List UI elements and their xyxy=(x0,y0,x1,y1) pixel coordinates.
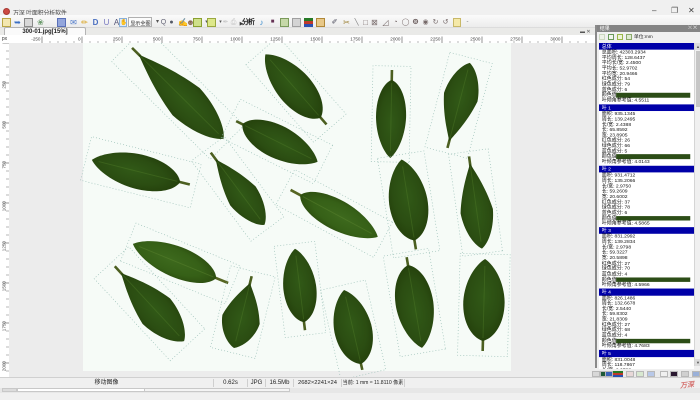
svg-text:3000: 3000 xyxy=(550,37,561,42)
svg-text:1750: 1750 xyxy=(2,321,7,332)
svg-text:1500: 1500 xyxy=(310,37,321,42)
svg-text:2000: 2000 xyxy=(390,37,401,42)
svg-text:750: 750 xyxy=(2,161,7,169)
svg-text:250: 250 xyxy=(2,81,7,89)
svg-text:750: 750 xyxy=(193,37,201,42)
svg-text:500: 500 xyxy=(153,37,161,42)
svg-text:1000: 1000 xyxy=(2,201,7,212)
svg-text:2500: 2500 xyxy=(470,37,481,42)
svg-text:2750: 2750 xyxy=(510,37,521,42)
svg-text:500: 500 xyxy=(2,121,7,129)
svg-text:0: 0 xyxy=(78,37,81,42)
svg-text:1500: 1500 xyxy=(2,281,7,292)
svg-text:2250: 2250 xyxy=(430,37,441,42)
svg-text:1000: 1000 xyxy=(230,37,241,42)
svg-text:1250: 1250 xyxy=(270,37,281,42)
svg-text:250: 250 xyxy=(113,37,121,42)
svg-text:-250: -250 xyxy=(31,37,41,42)
svg-text:1250: 1250 xyxy=(2,241,7,252)
svg-text:2000: 2000 xyxy=(2,361,7,372)
svg-text:1750: 1750 xyxy=(350,37,361,42)
